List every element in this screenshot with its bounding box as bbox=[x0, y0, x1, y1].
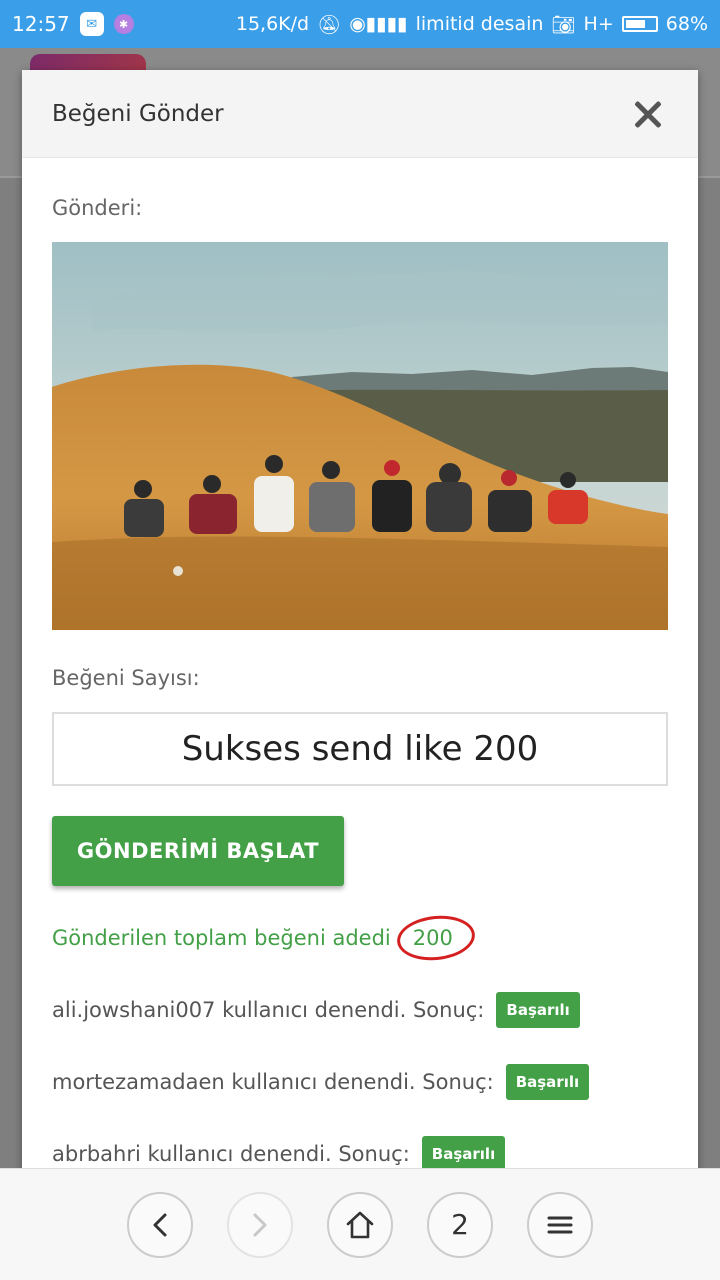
modal-body: Gönderi: Beğeni Sayısı: Sukses send like… bbox=[22, 196, 698, 1174]
success-badge: Başarılı bbox=[505, 1064, 590, 1100]
modal-header: Beğeni Gönder bbox=[22, 70, 698, 158]
network-speed: 15,6K/d bbox=[235, 13, 310, 35]
like-count-input[interactable]: Sukses send like 200 bbox=[52, 712, 668, 786]
menu-button[interactable] bbox=[527, 1191, 593, 1258]
result-text: ali.jowshani007 kullanıcı denendi. Sonuç… bbox=[52, 998, 485, 1022]
modal-title: Beğeni Gönder bbox=[52, 100, 224, 127]
bbm-icon: ✉ bbox=[79, 12, 104, 36]
tab-count: 2 bbox=[451, 1208, 469, 1241]
result-item: mortezamadaen kullanıcı denendi. Sonuç: … bbox=[52, 1062, 668, 1102]
close-icon[interactable] bbox=[628, 94, 668, 134]
forward-button[interactable] bbox=[227, 1191, 293, 1258]
battery-icon bbox=[621, 16, 658, 32]
start-sending-button[interactable]: GÖNDERİMİ BAŞLAT bbox=[52, 816, 344, 886]
mute-icon: 🔕︎ bbox=[317, 13, 342, 36]
status-bar: 12:57 ✉ ✱ 15,6K/d 🔕︎ ◉▮▮▮▮ limitid desai… bbox=[0, 0, 720, 48]
browser-bottom-nav: 2 bbox=[0, 1168, 720, 1280]
battery-percent: 68% bbox=[665, 13, 708, 35]
hamburger-menu-icon bbox=[547, 1216, 573, 1233]
result-text: abrbahri kullanıcı denendi. Sonuç: bbox=[52, 1142, 410, 1166]
chevron-right-icon bbox=[253, 1213, 267, 1236]
camera-icon: 📷︎ bbox=[551, 13, 576, 36]
carrier-name: limitid desain bbox=[415, 13, 544, 35]
success-badge: Başarılı bbox=[421, 1136, 506, 1172]
tabs-button[interactable]: 2 bbox=[427, 1191, 493, 1258]
total-likes-count: 200 bbox=[399, 920, 467, 956]
send-like-modal: Beğeni Gönder Gönderi: Beğeni Sayısı: Su… bbox=[22, 70, 698, 1180]
notification-icon: ✱ bbox=[113, 14, 134, 34]
post-image bbox=[52, 242, 668, 630]
home-button[interactable] bbox=[327, 1191, 393, 1258]
result-text: mortezamadaen kullanıcı denendi. Sonuç: bbox=[52, 1070, 494, 1094]
home-icon bbox=[346, 1211, 374, 1238]
result-item: ali.jowshani007 kullanıcı denendi. Sonuç… bbox=[52, 990, 668, 1030]
signal-icon: ◉▮▮▮▮ bbox=[349, 13, 408, 35]
total-likes-line: Gönderilen toplam beğeni adedi 200 bbox=[52, 910, 668, 966]
like-count-label: Beğeni Sayısı: bbox=[52, 666, 200, 690]
clock: 12:57 bbox=[12, 12, 70, 36]
total-likes-label: Gönderilen toplam beğeni adedi bbox=[52, 926, 391, 950]
post-label: Gönderi: bbox=[52, 196, 143, 220]
success-badge: Başarılı bbox=[496, 992, 580, 1028]
chevron-left-icon bbox=[153, 1213, 167, 1236]
network-type: H+ bbox=[583, 13, 614, 35]
back-button[interactable] bbox=[127, 1191, 193, 1258]
